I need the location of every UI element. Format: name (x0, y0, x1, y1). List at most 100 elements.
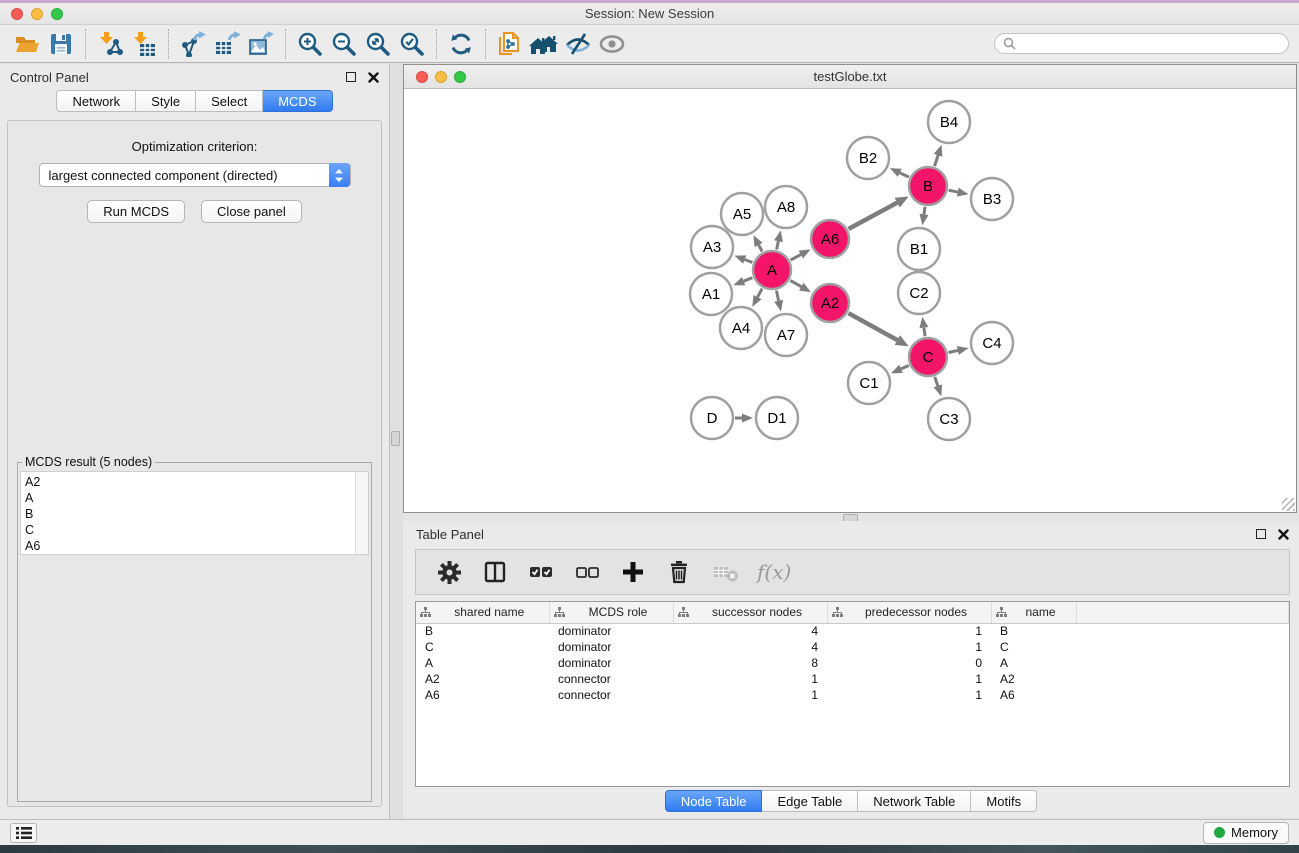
column-icon[interactable] (476, 555, 514, 589)
network-canvas[interactable]: B4B2BB3A8A5A6A3B1AC2A1A2A4A7C4CC1C3DD1 (404, 89, 1296, 512)
open-file-icon[interactable] (10, 28, 44, 60)
table-row-A6[interactable]: A6connector11A6 (416, 687, 1289, 703)
column-header-MCDS-role[interactable]: MCDS role (549, 602, 673, 623)
float-panel-icon[interactable] (346, 72, 356, 82)
mcds-result-title: MCDS result (5 nodes) (22, 455, 155, 469)
hierarchy-icon (996, 607, 1007, 618)
table-panel-title: Table Panel (416, 527, 484, 542)
network-graph[interactable]: B4B2BB3A8A5A6A3B1AC2A1A2A4A7C4CC1C3DD1 (404, 89, 1296, 512)
result-item-B[interactable]: B (25, 506, 368, 522)
zoom-fit-icon[interactable] (361, 28, 395, 60)
duplicate-network-icon[interactable] (493, 28, 527, 60)
close-table-panel-icon[interactable] (1278, 529, 1289, 540)
close-panel-button[interactable]: Close panel (201, 200, 302, 223)
table-row-C[interactable]: Cdominator41C (416, 639, 1289, 655)
tab-network-table[interactable]: Network Table (858, 790, 971, 812)
table-row-A[interactable]: Adominator80A (416, 655, 1289, 671)
graph-node-label-C1: C1 (859, 375, 878, 392)
network-window-titlebar[interactable]: testGlobe.txt (404, 65, 1296, 89)
list-icon (16, 826, 32, 840)
graph-edge-C-C3[interactable] (935, 377, 938, 386)
zoom-window-button[interactable] (51, 8, 63, 20)
save-session-icon[interactable] (44, 28, 78, 60)
graph-edge-A-A6[interactable] (791, 255, 801, 261)
minimize-window-button[interactable] (31, 8, 43, 20)
task-list-button[interactable] (10, 823, 37, 843)
result-item-A[interactable]: A (25, 490, 368, 506)
graph-edge-A-A4[interactable] (757, 289, 762, 298)
tab-edge-table[interactable]: Edge Table (762, 790, 858, 812)
export-network-icon[interactable] (176, 28, 210, 60)
optimization-criterion-dropdown[interactable]: largest connected component (directed) (39, 163, 351, 187)
result-item-A2[interactable]: A2 (25, 474, 368, 490)
graph-edge-C-C4[interactable] (949, 350, 958, 352)
tab-motifs[interactable]: Motifs (971, 790, 1037, 812)
graph-node-label-A8: A8 (777, 199, 795, 216)
import-table-icon[interactable] (127, 28, 161, 60)
network-zoom-button[interactable] (454, 71, 466, 83)
graph-edge-B-B2[interactable] (900, 173, 909, 177)
run-mcds-button[interactable]: Run MCDS (87, 200, 185, 223)
graph-edge-A-A5[interactable] (759, 245, 763, 252)
network-minimize-button[interactable] (435, 71, 447, 83)
tab-node-table[interactable]: Node Table (665, 790, 763, 812)
table-row-A2[interactable]: A2connector11A2 (416, 671, 1289, 687)
tab-network[interactable]: Network (56, 90, 136, 112)
result-item-A6[interactable]: A6 (25, 538, 368, 554)
search-field[interactable] (994, 33, 1289, 54)
toggle-visibility-icon[interactable] (561, 28, 595, 60)
delete-column-icon[interactable] (660, 555, 698, 589)
graph-edge-A-A8[interactable] (777, 241, 779, 249)
memory-button[interactable]: Memory (1203, 822, 1289, 844)
graph-edge-B-B3[interactable] (949, 190, 958, 192)
graph-edge-A-A7[interactable] (776, 291, 778, 301)
zoom-out-icon[interactable] (327, 28, 361, 60)
add-column-icon[interactable] (614, 555, 652, 589)
show-hidden-eye-icon[interactable] (595, 28, 629, 60)
settings-gear-icon[interactable] (430, 555, 468, 589)
close-panel-icon[interactable] (368, 72, 379, 83)
node-table[interactable]: shared nameMCDS rolesuccessor nodesprede… (415, 601, 1290, 787)
refresh-icon[interactable] (444, 28, 478, 60)
column-header-predecessor-nodes[interactable]: predecessor nodes (827, 602, 991, 623)
window-resize-grip[interactable] (1282, 498, 1295, 511)
graph-edge-A-A1[interactable] (744, 278, 753, 281)
column-header-successor-nodes[interactable]: successor nodes (673, 602, 827, 623)
deselect-all-icon[interactable] (568, 555, 606, 589)
graph-node-label-A7: A7 (777, 327, 795, 344)
graph-edge-A6-B[interactable] (848, 203, 897, 229)
graph-node-label-B: B (923, 178, 933, 195)
table-row-B[interactable]: Bdominator41B (416, 623, 1289, 639)
export-table-icon[interactable] (210, 28, 244, 60)
graph-edge-C-C2[interactable] (924, 328, 925, 337)
select-all-icon[interactable] (522, 555, 560, 589)
result-item-C[interactable]: C (25, 522, 368, 538)
tab-style[interactable]: Style (136, 90, 196, 112)
graph-node-label-C4: C4 (982, 335, 1001, 352)
graph-edge-C-C1[interactable] (901, 365, 909, 368)
result-list-scrollbar[interactable] (355, 472, 368, 554)
close-window-button[interactable] (11, 8, 23, 20)
tab-select[interactable]: Select (196, 90, 263, 112)
zoom-in-icon[interactable] (293, 28, 327, 60)
hierarchy-icon (420, 607, 431, 618)
graph-edge-A-A3[interactable] (745, 260, 753, 263)
zoom-selected-icon[interactable] (395, 28, 429, 60)
export-image-icon[interactable] (244, 28, 278, 60)
graph-edge-arrowhead (957, 188, 969, 197)
graph-edge-A-A2[interactable] (790, 280, 801, 286)
toolbar-separator (285, 29, 286, 59)
column-header-name[interactable]: name (991, 602, 1076, 623)
network-close-button[interactable] (416, 71, 428, 83)
tab-mcds[interactable]: MCDS (263, 90, 332, 112)
graph-edge-B-B1[interactable] (924, 207, 925, 215)
graph-edge-B-B4[interactable] (935, 155, 939, 166)
import-network-icon[interactable] (93, 28, 127, 60)
graph-edge-A2-C[interactable] (848, 313, 897, 340)
home-icon[interactable] (527, 28, 561, 60)
search-input[interactable] (1021, 37, 1280, 51)
network-window-title: testGlobe.txt (814, 69, 887, 84)
float-table-panel-icon[interactable] (1256, 529, 1266, 539)
column-header-shared-name[interactable]: shared name (416, 602, 549, 623)
vertical-splitter-grip[interactable] (391, 431, 400, 446)
